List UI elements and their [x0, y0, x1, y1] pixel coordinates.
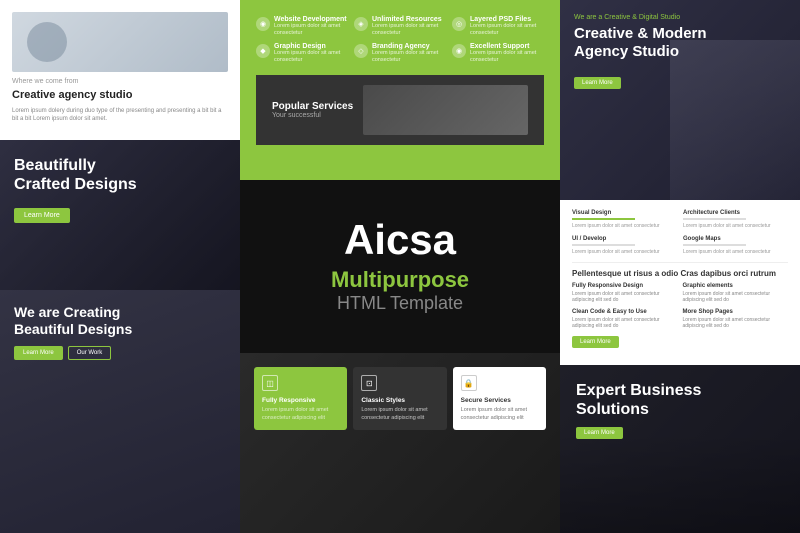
left-column: Where we come from Creative agency studi… [0, 0, 240, 533]
right-person-photo [670, 40, 800, 200]
bot-left-btn2[interactable]: Our Work [68, 346, 112, 360]
features-btn[interactable]: Learn More [572, 336, 619, 348]
section-google: Google Maps Lorem ipsum dolor sit amet c… [683, 236, 788, 256]
card-desc-responsive: Lorem ipsum dolor sit amet consectetur a… [262, 407, 339, 422]
features-lower: Pellentesque ut risus a odio Cras dapibu… [572, 262, 788, 348]
feat-responsive: Fully Responsive Design Lorem ipsum dolo… [572, 283, 678, 304]
card-icon-classic: ⊡ [361, 375, 377, 391]
section-bar4 [683, 244, 746, 246]
feat-cleancode: Clean Code & Easy to Use Lorem ipsum dol… [572, 309, 678, 348]
feat-graphic: Graphic elements Lorem ipsum dolor sit a… [683, 283, 789, 304]
features-heading: Pellentesque ut risus a odio Cras dapibu… [572, 269, 788, 279]
bot-left-btn1[interactable]: Learn More [14, 346, 63, 360]
card-secure: 🔒 Secure Services Lorem ipsum dolor sit … [453, 367, 546, 430]
center-column: ◉ Website Development Lorem ipsum dolor … [240, 0, 560, 533]
service-text-unlimited: Unlimited Resources Lorem ipsum dolor si… [372, 16, 446, 37]
panel-creating-designs: We are CreatingBeautiful Designs Learn M… [0, 290, 240, 533]
sections-grid: Visual Design Lorem ipsum dolor sit amet… [572, 210, 788, 256]
card-title-secure: Secure Services [461, 397, 538, 404]
service-text-support: Excellent Support Lorem ipsum dolor sit … [470, 43, 544, 64]
strip-text: Popular Services Your successful [272, 101, 353, 119]
bot-right-heading: Expert BusinessSolutions [576, 381, 784, 419]
section-ui: UI / Develop Lorem ipsum dolor sit amet … [572, 236, 677, 256]
top-left-body: Lorem ipsum dolery during duo type of th… [12, 107, 228, 124]
card-title-classic: Classic Styles [361, 397, 438, 404]
panel-creative-modern: We are a Creative & Digital Studio Creat… [560, 0, 800, 200]
service-icon-unlimited: ◈ [354, 17, 368, 31]
service-item-branding: ◇ Branding Agency Lorem ipsum dolor sit … [354, 43, 446, 64]
top-left-label: Where we come from [12, 78, 228, 85]
card-responsive: ◫ Fully Responsive Lorem ipsum dolor sit… [254, 367, 347, 430]
services-strip: Popular Services Your successful [256, 75, 544, 145]
feat-shop: More Shop Pages Lorem ipsum dolor sit am… [683, 309, 789, 348]
section-visual: Visual Design Lorem ipsum dolor sit amet… [572, 210, 677, 230]
service-text-psd: Layered PSD Files Lorem ipsum dolor sit … [470, 16, 544, 37]
top-left-heading: Creative agency studio [12, 89, 228, 101]
bot-left-btn-group: Learn More Our Work [14, 346, 226, 360]
panel-expert-business: Expert BusinessSolutions Learn More [560, 365, 800, 533]
service-icon-branding: ◇ [354, 44, 368, 58]
service-icon-graphic: ◆ [256, 44, 270, 58]
services-grid: ◉ Website Development Lorem ipsum dolor … [256, 16, 544, 65]
service-item-unlimited: ◈ Unlimited Resources Lorem ipsum dolor … [354, 16, 446, 37]
silhouette [670, 40, 800, 200]
hero-image-top-left [12, 12, 228, 72]
service-item-web: ◉ Website Development Lorem ipsum dolor … [256, 16, 348, 37]
panel-cards: ◫ Fully Responsive Lorem ipsum dolor sit… [240, 353, 560, 533]
mid-left-heading: BeautifullyCrafted Designs [14, 156, 226, 194]
cards-row: ◫ Fully Responsive Lorem ipsum dolor sit… [240, 353, 560, 444]
service-icon-support: ◉ [452, 44, 466, 58]
bot-left-heading: We are CreatingBeautiful Designs [14, 304, 226, 338]
strip-sub: Your successful [272, 112, 353, 119]
card-icon-responsive: ◫ [262, 375, 278, 391]
service-text-graphic: Graphic Design Lorem ipsum dolor sit ame… [274, 43, 348, 64]
section-bar3 [572, 244, 635, 246]
panel-creative-agency: Where we come from Creative agency studi… [0, 0, 240, 140]
features-4col: Fully Responsive Design Lorem ipsum dolo… [572, 283, 788, 348]
strip-image-preview [363, 85, 528, 135]
section-bar [572, 218, 635, 220]
brand-name: Aicsa [344, 219, 456, 261]
brand-tagline: Multipurpose [331, 267, 469, 293]
card-classic: ⊡ Classic Styles Lorem ipsum dolor sit a… [353, 367, 446, 430]
service-icon-web: ◉ [256, 17, 270, 31]
panel-brand: Aicsa Multipurpose HTML Template [240, 180, 560, 353]
panel-beautifully-crafted: BeautifullyCrafted Designs Learn More [0, 140, 240, 290]
service-icon-psd: ◎ [452, 17, 466, 31]
card-desc-secure: Lorem ipsum dolor sit amet consectetur a… [461, 407, 538, 422]
top-right-label: We are a Creative & Digital Studio [574, 14, 786, 21]
service-item-psd: ◎ Layered PSD Files Lorem ipsum dolor si… [452, 16, 544, 37]
bot-right-btn[interactable]: Learn More [576, 427, 623, 439]
top-right-btn[interactable]: Learn More [574, 77, 621, 89]
panel-services: ◉ Website Development Lorem ipsum dolor … [240, 0, 560, 180]
service-item-support: ◉ Excellent Support Lorem ipsum dolor si… [452, 43, 544, 64]
strip-title: Popular Services [272, 101, 353, 112]
card-icon-secure: 🔒 [461, 375, 477, 391]
section-arch: Architecture Clients Lorem ipsum dolor s… [683, 210, 788, 230]
section-bar2 [683, 218, 746, 220]
brand-product: HTML Template [337, 293, 463, 314]
mid-left-btn[interactable]: Learn More [14, 208, 70, 223]
service-item-graphic: ◆ Graphic Design Lorem ipsum dolor sit a… [256, 43, 348, 64]
card-desc-classic: Lorem ipsum dolor sit amet consectetur a… [361, 407, 438, 422]
expert-people-photo [560, 433, 800, 533]
top-right-heading: Creative & ModernAgency Studio [574, 25, 786, 61]
service-text-branding: Branding Agency Lorem ipsum dolor sit am… [372, 43, 446, 64]
panel-features: Visual Design Lorem ipsum dolor sit amet… [560, 200, 800, 365]
card-title-responsive: Fully Responsive [262, 397, 339, 404]
right-column: We are a Creative & Digital Studio Creat… [560, 0, 800, 533]
service-text-web: Website Development Lorem ipsum dolor si… [274, 16, 348, 37]
